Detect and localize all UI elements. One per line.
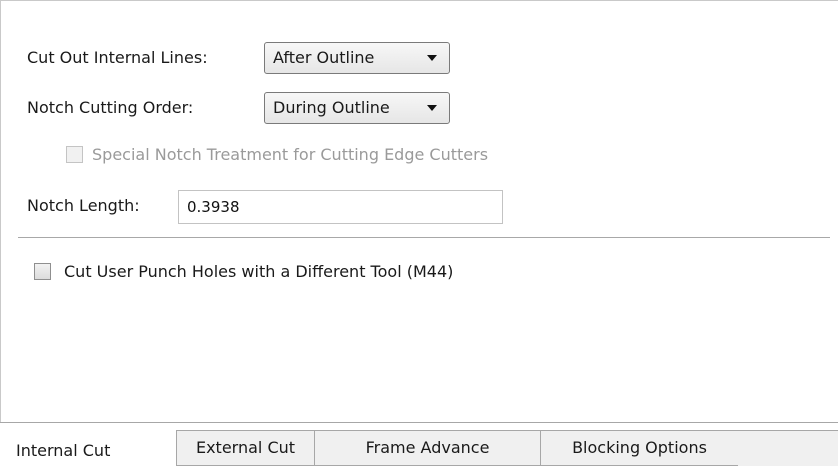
- panel-border-top: [0, 0, 838, 1]
- tab-blocking-options[interactable]: Blocking Options: [540, 430, 739, 466]
- tab-external-cut[interactable]: External Cut: [176, 430, 315, 466]
- cut-out-internal-lines-value: After Outline: [273, 48, 375, 67]
- cut-out-internal-lines-dropdown[interactable]: After Outline: [264, 42, 450, 74]
- notch-length-label: Notch Length:: [27, 196, 140, 215]
- notch-cutting-order-value: During Outline: [273, 98, 390, 117]
- tab-internal-cut[interactable]: Internal Cut: [0, 426, 176, 469]
- cut-user-punch-holes-checkbox[interactable]: [34, 263, 51, 280]
- tabstrip-border: [0, 422, 838, 423]
- chevron-down-icon: [427, 55, 437, 61]
- special-notch-treatment-label: Special Notch Treatment for Cutting Edge…: [92, 145, 489, 164]
- panel-border-left: [0, 0, 1, 422]
- cut-user-punch-holes-label: Cut User Punch Holes with a Different To…: [64, 262, 454, 281]
- notch-cutting-order-label: Notch Cutting Order:: [27, 98, 194, 117]
- notch-length-input[interactable]: 0.3938: [178, 190, 503, 224]
- internal-cut-panel: Cut Out Internal Lines: After Outline No…: [0, 0, 838, 469]
- tabstrip-filler: [738, 430, 838, 466]
- cut-out-internal-lines-label: Cut Out Internal Lines:: [27, 48, 208, 67]
- tab-frame-advance[interactable]: Frame Advance: [314, 430, 541, 466]
- section-divider-highlight: [18, 238, 830, 239]
- special-notch-treatment-checkbox[interactable]: [66, 146, 83, 163]
- chevron-down-icon: [427, 105, 437, 111]
- notch-cutting-order-dropdown[interactable]: During Outline: [264, 92, 450, 124]
